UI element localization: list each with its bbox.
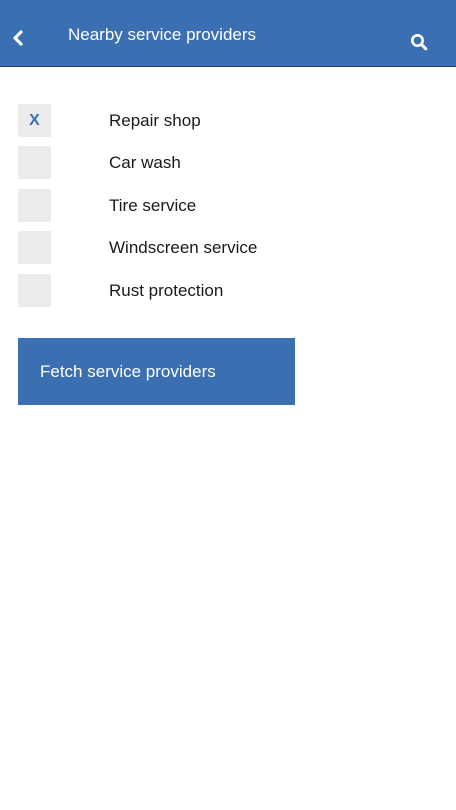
option-repair-shop[interactable]: X Repair shop [18, 104, 418, 138]
option-label: Repair shop [109, 111, 201, 130]
fetch-button-label: Fetch service providers [40, 362, 216, 381]
checkbox[interactable] [18, 274, 51, 307]
app-screen: Nearby service providers X Repair shop C… [0, 0, 456, 810]
app-bar: Nearby service providers [0, 0, 456, 67]
checkbox[interactable] [18, 146, 51, 179]
option-label: Tire service [109, 196, 197, 215]
option-label: Car wash [109, 153, 181, 172]
option-windscreen-service[interactable]: Windscreen service [18, 231, 418, 265]
checkbox[interactable] [18, 231, 51, 264]
chevron-left-icon [13, 30, 23, 46]
option-label: Windscreen service [109, 238, 258, 257]
option-tire-service[interactable]: Tire service [18, 189, 418, 223]
option-label: Rust protection [109, 281, 224, 300]
search-button[interactable] [405, 28, 433, 56]
search-icon [411, 34, 428, 51]
checkbox[interactable] [18, 189, 51, 222]
back-button[interactable] [6, 20, 30, 56]
option-rust-protection[interactable]: Rust protection [18, 274, 418, 308]
fetch-providers-button[interactable]: Fetch service providers [18, 338, 295, 405]
checkbox[interactable]: X [18, 104, 51, 137]
page-title: Nearby service providers [68, 25, 257, 44]
option-car-wash[interactable]: Car wash [18, 146, 418, 180]
